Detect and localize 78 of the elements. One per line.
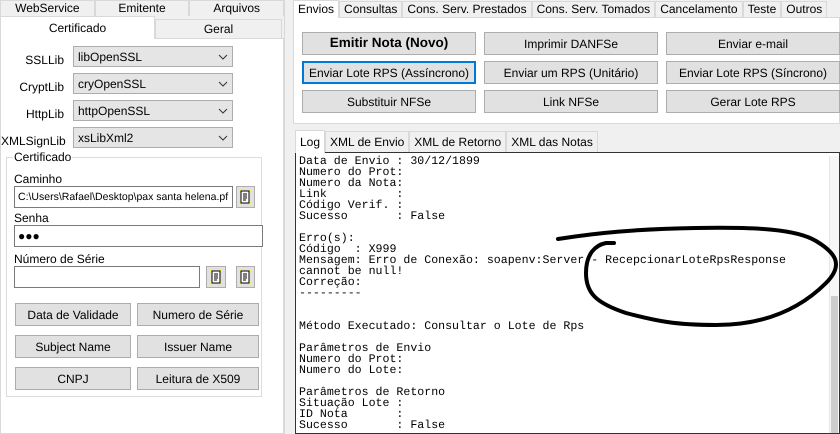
button[interactable]: Substituir NFSe — [302, 90, 476, 113]
tab[interactable]: WebService — [0, 0, 95, 16]
icon-button[interactable] — [206, 266, 226, 288]
log-line: Parâmetros de Retorno — [299, 387, 446, 398]
button[interactable]: Enviar e-mail — [666, 32, 840, 55]
tab[interactable]: XML de Retorno — [409, 131, 506, 152]
log-line: Sucesso : False — [299, 420, 446, 431]
field-label: HttpLib — [24, 106, 65, 122]
tab[interactable]: XML das Notas — [506, 131, 598, 152]
button[interactable]: Gerar Lote RPS — [666, 90, 840, 113]
group-title: Certificado — [13, 151, 72, 164]
dropdown[interactable]: xsLibXml2 — [73, 127, 233, 148]
log-line: Numero da Nota: — [299, 178, 404, 189]
log-line: Link : — [299, 189, 404, 200]
dropdown[interactable]: cryOpenSSL — [73, 73, 233, 94]
tab[interactable]: Certificado — [0, 16, 155, 39]
icon-button[interactable] — [236, 266, 255, 288]
log-line: Mensagem: Erro de Conexão: soapenv:Server - RecepcionarLoteRpsResponse — [299, 255, 788, 266]
tab[interactable]: Cancelamento — [655, 1, 743, 17]
chevron-down-icon — [218, 134, 228, 140]
field-label: Caminho — [14, 172, 64, 186]
tab[interactable]: Cons. Serv. Prestados — [402, 1, 532, 17]
button[interactable]: Imprimir DANFSe — [484, 32, 658, 55]
document-icon — [238, 189, 252, 205]
field-label: Senha — [14, 211, 50, 225]
button[interactable]: Enviar Lote RPS (Síncrono) — [666, 61, 840, 84]
chevron-down-icon — [218, 54, 228, 60]
log-line: Erro(s): — [299, 233, 356, 244]
button[interactable]: Enviar um RPS (Unitário) — [484, 61, 658, 84]
button[interactable]: Numero de Série — [137, 303, 259, 326]
tab[interactable]: Cons. Serv. Tomados — [532, 1, 656, 17]
button[interactable]: Link NFSe — [484, 90, 658, 113]
log-line: Método Executado: Consultar o Lote de Rps — [299, 321, 586, 332]
field-label: Número de Série — [14, 252, 106, 266]
tab[interactable]: Emitente — [94, 0, 190, 16]
document-icon — [208, 269, 223, 285]
log-line: cannot be null! — [299, 266, 404, 277]
log-line: ID Nota : — [299, 409, 404, 420]
field-label: CryptLib — [18, 78, 65, 96]
password-field[interactable]: ●●● — [14, 225, 263, 247]
log-line: Data de Envio : 30/12/1899 — [299, 156, 481, 167]
tab[interactable]: Consultas — [339, 1, 402, 17]
log-text-area[interactable] — [295, 152, 840, 434]
button[interactable]: Emitir Nota (Novo) — [302, 32, 476, 55]
log-line: Numero do Lote: — [299, 365, 404, 376]
button[interactable]: Data de Validade — [15, 303, 131, 326]
tab[interactable]: Outros — [781, 1, 828, 17]
text-field[interactable]: C:\Users\Rafael\Desktop\pax santa helena.pf — [14, 186, 233, 208]
tab[interactable]: Log — [295, 130, 326, 153]
log-line: Sucesso : False — [299, 211, 446, 222]
log-line: Parâmetros de Envio — [299, 343, 432, 354]
log-line: Numero do Prot: — [299, 167, 404, 178]
button[interactable]: CNPJ — [15, 367, 131, 390]
chevron-down-icon — [218, 108, 228, 114]
log-line: Numero do Prot: — [299, 354, 404, 365]
document-icon — [238, 269, 252, 285]
tab[interactable]: Arquivos — [189, 0, 284, 16]
log-line: Código Verif. : — [299, 200, 404, 211]
tab[interactable]: XML de Envio — [325, 131, 410, 152]
field-label: SSLLib — [24, 52, 65, 68]
tab[interactable]: Teste — [742, 1, 782, 17]
tab[interactable]: Geral — [155, 19, 282, 38]
icon-button[interactable] — [236, 186, 255, 208]
dropdown[interactable]: libOpenSSL — [73, 46, 233, 67]
button[interactable]: Subject Name — [15, 335, 131, 358]
text-field[interactable] — [14, 266, 200, 288]
log-line: Código : X999 — [299, 244, 398, 255]
log-line: Correção: — [299, 277, 363, 288]
tab[interactable]: Envios — [293, 0, 340, 18]
field-label: XMLSignLib — [1, 132, 67, 150]
log-line: Situação Lote : — [299, 398, 404, 409]
log-line: --------- — [299, 288, 363, 299]
scrollbar[interactable] — [829, 156, 839, 433]
button[interactable]: Issuer Name — [137, 335, 259, 358]
button[interactable]: Leitura de X509 — [137, 367, 259, 390]
button[interactable]: Enviar Lote RPS (Assíncrono) — [302, 61, 476, 84]
dropdown[interactable]: httpOpenSSL — [73, 100, 233, 121]
chevron-down-icon — [218, 80, 228, 86]
